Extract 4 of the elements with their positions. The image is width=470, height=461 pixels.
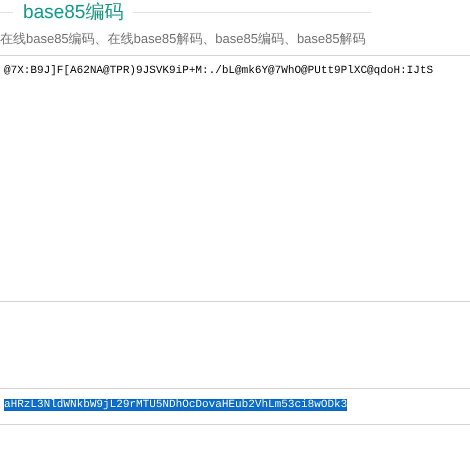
output-field[interactable]: aHRzL3NldWNkbW9jL29rMTU5NDhOcDovaHEub2VhLm53ci8wODk3 [0, 388, 470, 425]
section-title: base85编码 [22, 1, 124, 25]
input-textarea[interactable]: @7X:B9J]F[A62NA@TPR)9JSVK9iP+M:./bL@mk6Y@7WhO@PUtt9PlXC@qdoH:IJtS [0, 55, 470, 301]
keywords-text: 在线base85编码、在线base85解码、base85编码、base85解码 [0, 30, 367, 48]
